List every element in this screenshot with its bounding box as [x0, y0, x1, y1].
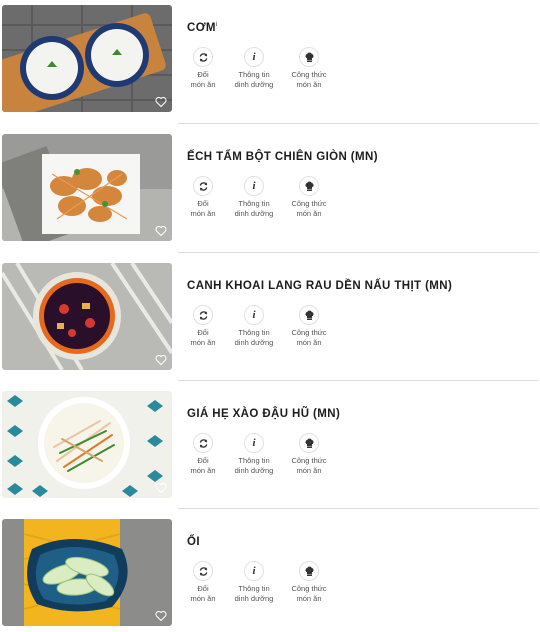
info-icon: i: [244, 47, 264, 67]
swap-dish-button[interactable]: Đổi món ăn: [178, 561, 228, 604]
separator: [178, 123, 538, 124]
recipe-button[interactable]: Công thức món ăn: [284, 305, 334, 348]
nutrition-info-button[interactable]: i Thông tin dinh dưỡng: [229, 47, 279, 90]
dish-title: CƠMi: [187, 22, 218, 34]
chef-hat-icon: [299, 305, 319, 325]
swap-dish-button[interactable]: Đổi món ăn: [178, 176, 228, 219]
separator: [178, 508, 538, 509]
heart-icon[interactable]: [155, 225, 167, 237]
swap-dish-button[interactable]: Đổi món ăn: [178, 47, 228, 90]
dish-title: CANH KHOAI LANG RAU DỀN NẤU THỊT (MN): [187, 280, 453, 292]
dish-row-soup: CANH KHOAI LANG RAU DỀN NẤU THỊT (MN) Đổ…: [0, 258, 540, 370]
info-icon: i: [244, 176, 264, 196]
dish-title: ẾCH TẨM BỘT CHIÊN GIÒN (MN): [187, 151, 378, 163]
dish-image[interactable]: [2, 5, 172, 112]
chef-hat-icon: [299, 47, 319, 67]
dish-row-guava: ỔI Đổi món ăn i Thông tin dinh dưỡng Côn…: [0, 514, 540, 626]
heart-icon[interactable]: [155, 354, 167, 366]
chef-hat-icon: [299, 433, 319, 453]
dish-image[interactable]: [2, 263, 172, 370]
nutrition-info-button[interactable]: i Thông tin dinh dưỡng: [229, 176, 279, 219]
swap-icon: [193, 305, 213, 325]
swap-icon: [193, 561, 213, 581]
dish-image[interactable]: [2, 519, 172, 626]
dish-title: ỔI: [187, 536, 200, 548]
separator: [178, 252, 538, 253]
recipe-button[interactable]: Công thức món ăn: [284, 176, 334, 219]
dish-row-rice: CƠMi Đổi món ăn i Thông tin dinh dưỡng C…: [0, 0, 540, 112]
dish-image[interactable]: [2, 134, 172, 241]
swap-dish-button[interactable]: Đổi món ăn: [178, 305, 228, 348]
dish-title: GIÁ HẸ XÀO ĐẬU HŨ (MN): [187, 408, 341, 420]
info-icon: i: [244, 305, 264, 325]
nutrition-info-button[interactable]: i Thông tin dinh dưỡng: [229, 561, 279, 604]
recipe-button[interactable]: Công thức món ăn: [284, 433, 334, 476]
nutrition-info-button[interactable]: i Thông tin dinh dưỡng: [229, 433, 279, 476]
recipe-button[interactable]: Công thức món ăn: [284, 561, 334, 604]
dish-image[interactable]: [2, 391, 172, 498]
separator: [178, 380, 538, 381]
dish-row-fried-frog: ẾCH TẨM BỘT CHIÊN GIÒN (MN) Đổi món ăn i…: [0, 129, 540, 241]
swap-icon: [193, 47, 213, 67]
swap-icon: [193, 176, 213, 196]
chef-hat-icon: [299, 561, 319, 581]
heart-icon[interactable]: [155, 610, 167, 622]
recipe-button[interactable]: Công thức món ăn: [284, 47, 334, 90]
heart-icon[interactable]: [155, 482, 167, 494]
swap-dish-button[interactable]: Đổi món ăn: [178, 433, 228, 476]
info-marker: i: [215, 22, 218, 29]
info-icon: i: [244, 433, 264, 453]
info-icon: i: [244, 561, 264, 581]
nutrition-info-button[interactable]: i Thông tin dinh dưỡng: [229, 305, 279, 348]
swap-icon: [193, 433, 213, 453]
heart-icon[interactable]: [155, 96, 167, 108]
dish-row-bean-sprouts: GIÁ HẸ XÀO ĐẬU HŨ (MN) Đổi món ăn i Thôn…: [0, 386, 540, 498]
chef-hat-icon: [299, 176, 319, 196]
